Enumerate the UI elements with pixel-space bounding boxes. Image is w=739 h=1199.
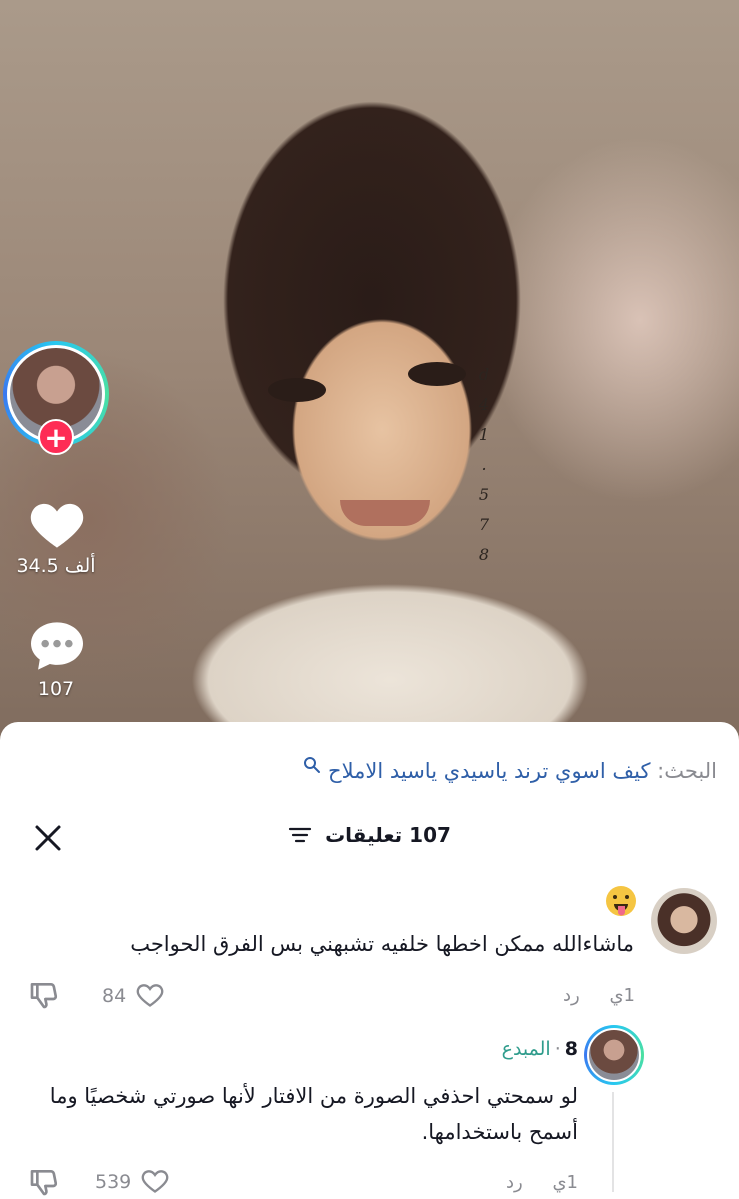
reply-like-count: 539 bbox=[95, 1171, 132, 1193]
separator-dot: · bbox=[554, 1038, 561, 1060]
comment-time: 1ي bbox=[609, 985, 635, 1006]
reply-time: 1ي bbox=[552, 1172, 578, 1193]
comment-meta: 1ي رد bbox=[563, 985, 635, 1006]
comment-count: 107 bbox=[37, 678, 75, 700]
reply-author[interactable]: 8 bbox=[565, 1038, 578, 1060]
reply-button[interactable]: رد bbox=[563, 985, 580, 1006]
search-label: البحث: bbox=[657, 759, 717, 783]
comment-like-count: 84 bbox=[102, 985, 127, 1007]
photo-lips bbox=[340, 500, 430, 526]
photo-eye-left bbox=[268, 378, 326, 402]
reply-text: لو سمحتي احذفي الصورة من الافتار لأنها ص… bbox=[49, 1084, 578, 1144]
watermark-char: 5 bbox=[478, 485, 490, 504]
watermark-char: 4 bbox=[478, 395, 490, 414]
follow-plus-icon[interactable]: + bbox=[38, 419, 74, 455]
photo-eye-right bbox=[408, 362, 466, 386]
reply-button[interactable]: رد bbox=[506, 1172, 523, 1193]
watermark: d 4 1 . 5 7 8 bbox=[470, 360, 498, 570]
comments-title: 107 تعليقات bbox=[0, 823, 739, 847]
like-count: 34.5 ألف bbox=[16, 555, 96, 577]
search-suggestion[interactable]: البحث: كيف اسوي ترند ياسيدي ياسيد الاملا… bbox=[303, 756, 717, 783]
reply-header: 8·المبدع bbox=[502, 1038, 578, 1060]
creator-badge: المبدع bbox=[501, 1038, 551, 1060]
dislike-icon[interactable] bbox=[28, 979, 60, 1011]
comment-like[interactable]: 84 bbox=[102, 982, 164, 1008]
creator-reply-avatar-image bbox=[587, 1028, 641, 1082]
video-frame[interactable]: d 4 1 . 5 7 8 bbox=[0, 0, 739, 760]
filter-icon[interactable] bbox=[288, 826, 312, 844]
watermark-char: . bbox=[481, 455, 487, 474]
dislike-icon[interactable] bbox=[28, 1166, 60, 1198]
watermark-char: 1 bbox=[478, 425, 490, 444]
watermark-char: 7 bbox=[478, 515, 490, 534]
creator-reply-avatar[interactable] bbox=[584, 1025, 644, 1085]
watermark-char: d bbox=[478, 365, 490, 384]
reply-meta: 1ي رد bbox=[506, 1172, 578, 1193]
comments-title-text: 107 تعليقات bbox=[325, 823, 451, 847]
commenter-avatar[interactable] bbox=[651, 888, 717, 954]
watermark-char: 8 bbox=[478, 545, 490, 564]
search-icon bbox=[304, 757, 321, 773]
comment-text: ماشاءالله ممكن اخطها خلفيه تشبهني بس الف… bbox=[130, 932, 634, 956]
creator-avatar[interactable]: + bbox=[3, 341, 109, 455]
search-query[interactable]: كيف اسوي ترند ياسيدي ياسيد الاملاح bbox=[328, 759, 650, 783]
comment-icon[interactable] bbox=[28, 620, 86, 672]
heart-outline-icon[interactable] bbox=[136, 982, 164, 1008]
reply-like[interactable]: 539 bbox=[95, 1168, 169, 1194]
heart-outline-icon[interactable] bbox=[141, 1168, 169, 1194]
thread-line bbox=[612, 1092, 614, 1192]
heart-icon[interactable] bbox=[28, 498, 86, 550]
emoji-icon bbox=[606, 886, 636, 916]
